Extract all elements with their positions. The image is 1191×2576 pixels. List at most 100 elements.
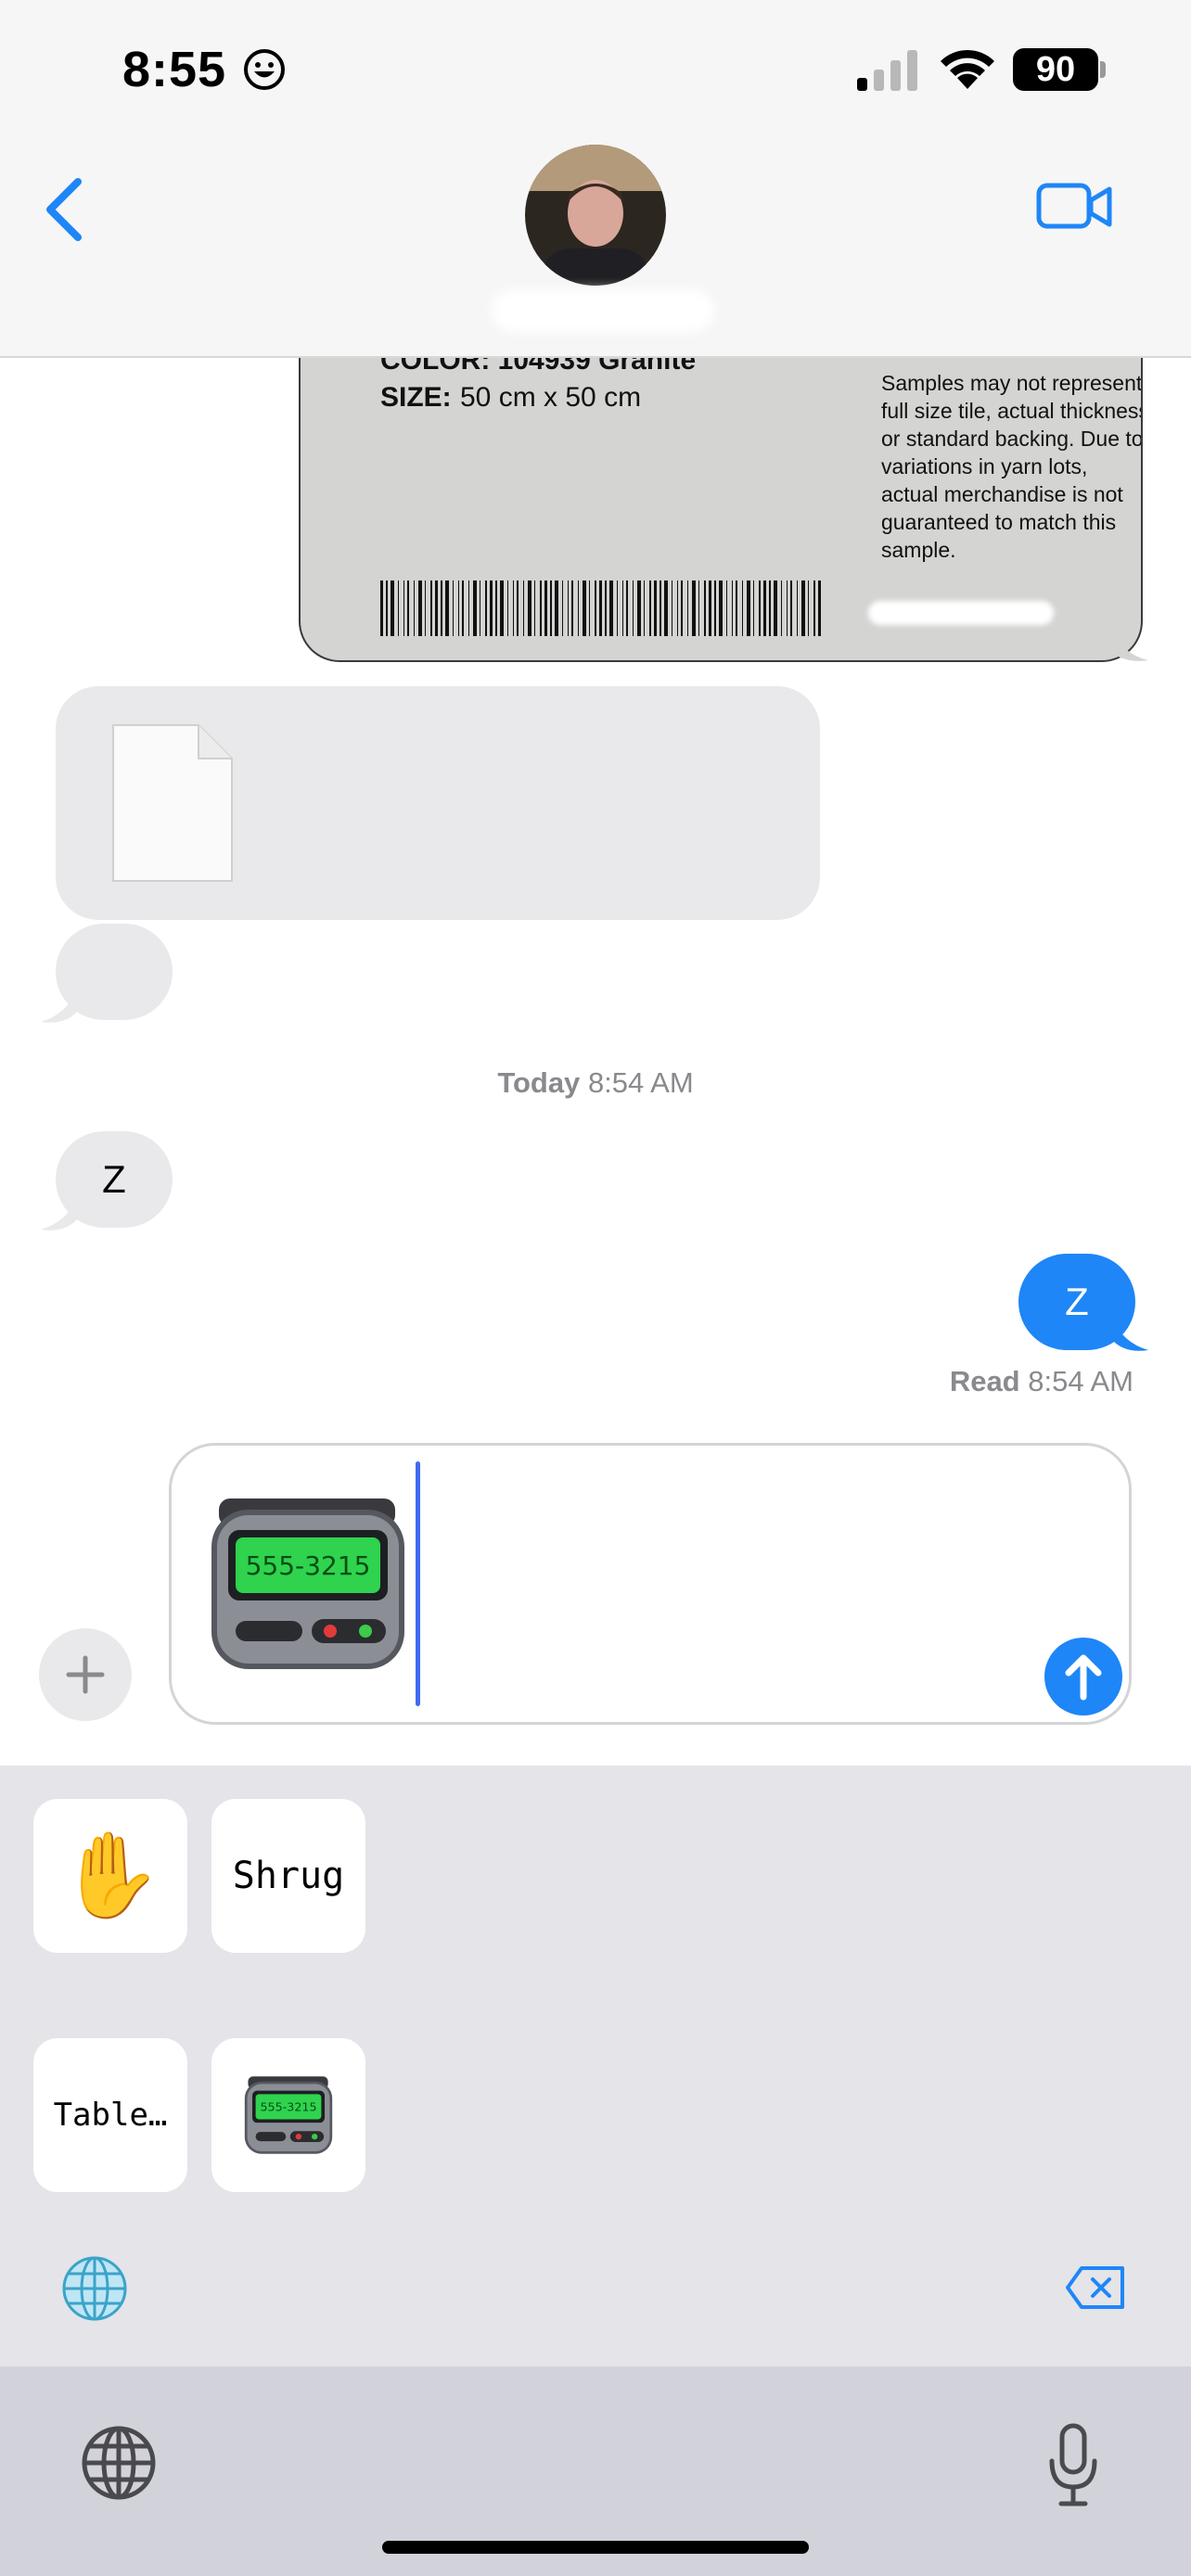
barcode-bar	[732, 580, 733, 636]
pager-emoji-sticker[interactable]: 555-3215	[208, 1493, 408, 1675]
barcode-bar	[599, 580, 602, 636]
barcode-bar	[726, 580, 727, 636]
battery-tip	[1100, 61, 1106, 78]
read-receipt: Read 8:54 AM	[950, 1365, 1133, 1398]
barcode-bar	[719, 580, 723, 636]
outgoing-tail	[1109, 627, 1148, 661]
timestamp-day: Today	[497, 1066, 581, 1099]
arrow-up-icon	[1065, 1654, 1102, 1701]
barcode-bar	[380, 580, 383, 636]
shrug-label: Shrug	[232, 1855, 345, 1897]
document-icon	[112, 724, 233, 882]
table-label: Table…	[53, 2097, 168, 2134]
incoming-tail	[41, 1196, 78, 1231]
barcode-bar	[654, 580, 657, 636]
barcode-bar	[571, 580, 573, 636]
sticker-tile-raised-hand[interactable]: ✋	[33, 1799, 187, 1953]
barcode-bar	[445, 580, 449, 636]
sample-label-photo-message[interactable]: COLOR: 104939 Granite SIZE: 50 cm x 50 c…	[299, 358, 1143, 662]
delete-backspace-button[interactable]	[1065, 2264, 1126, 2311]
barcode-bar	[605, 580, 607, 636]
barcode-bar	[391, 580, 394, 636]
barcode-bar	[633, 580, 634, 636]
raised-hand-emoji: ✋	[58, 1827, 163, 1924]
barcode-bar	[808, 580, 809, 636]
barcode-bar	[681, 580, 683, 636]
barcode-bar	[714, 580, 716, 636]
barcode-bar	[473, 580, 477, 636]
barcode-bar	[407, 580, 409, 636]
barcode-bar	[774, 580, 777, 636]
barcode-bar	[818, 580, 821, 636]
barcode-bar	[583, 580, 586, 636]
barcode-bar	[386, 580, 388, 636]
barcode-bar	[622, 580, 623, 636]
globe-emoji-icon[interactable]	[59, 2253, 130, 2324]
sticker-tile-pager[interactable]: 555-3215	[211, 2038, 365, 2192]
microphone-icon[interactable]	[1046, 2422, 1100, 2507]
barcode-bar	[698, 580, 699, 636]
barcode-bar	[562, 580, 563, 636]
barcode-bar	[664, 580, 668, 636]
barcode-bar	[677, 580, 678, 636]
barcode-bar	[398, 580, 399, 636]
barcode-bar	[500, 580, 504, 636]
barcode-bar	[660, 580, 661, 636]
barcode-bar	[485, 580, 487, 636]
barcode-bar	[736, 580, 737, 636]
barcode-bar	[425, 580, 426, 636]
barcode-bar	[759, 580, 761, 636]
barcode-bar	[430, 580, 432, 636]
smiley-icon	[244, 49, 285, 90]
barcode-bar	[709, 580, 711, 636]
barcode-bar	[769, 580, 771, 636]
battery-indicator: 90	[1013, 48, 1098, 91]
barcode-bar	[555, 580, 558, 636]
contact-avatar[interactable]	[525, 145, 666, 286]
barcode-bar	[540, 580, 542, 636]
barcode-bar	[747, 580, 750, 636]
read-label: Read	[949, 1365, 1020, 1397]
status-time: 8:55	[122, 42, 227, 97]
apps-plus-button[interactable]	[39, 1628, 132, 1721]
incoming-tail	[41, 988, 78, 1023]
barcode-bar	[468, 580, 469, 636]
send-button[interactable]	[1044, 1638, 1122, 1715]
barcode-bar	[495, 580, 497, 636]
barcode-bar	[534, 580, 535, 636]
barcode-bar	[435, 580, 438, 636]
barcode-bar	[403, 580, 404, 636]
timestamp-time: 8:54 AM	[587, 1066, 694, 1099]
pager-small-display-text: 555-3215	[260, 2099, 316, 2113]
barcode	[380, 580, 821, 636]
barcode-bar	[787, 580, 788, 636]
text-cursor	[416, 1461, 420, 1706]
barcode-bar	[513, 580, 514, 636]
barcode-bar	[418, 580, 422, 636]
wifi-icon	[941, 49, 994, 89]
barcode-bar	[801, 580, 805, 636]
barcode-bar	[644, 580, 645, 636]
sticker-tile-table[interactable]: Table…	[33, 2038, 187, 2192]
globe-icon[interactable]	[80, 2424, 158, 2502]
video-call-button[interactable]	[1035, 176, 1113, 237]
barcode-bar	[742, 580, 743, 636]
barcode-bar	[617, 580, 618, 636]
barcode-bar	[781, 580, 782, 636]
plus-icon	[66, 1655, 105, 1694]
barcode-bar	[462, 580, 464, 636]
barcode-bar	[544, 580, 547, 636]
avatar-photo	[525, 145, 666, 286]
message-timestamp: Today 8:54 AM	[0, 1066, 1191, 1100]
barcode-bar	[507, 580, 508, 636]
sticker-tile-shrug[interactable]: Shrug	[211, 1799, 365, 1953]
barcode-bar	[813, 580, 815, 636]
home-indicator	[382, 2541, 809, 2554]
barcode-bar	[763, 580, 766, 636]
barcode-bar	[595, 580, 596, 636]
back-button[interactable]	[37, 174, 93, 245]
contact-name-redacted[interactable]	[492, 289, 714, 332]
barcode-bar	[790, 580, 792, 636]
sample-size-label: SIZE:	[380, 382, 452, 413]
sample-color-line: COLOR: 104939 Granite	[380, 358, 697, 376]
